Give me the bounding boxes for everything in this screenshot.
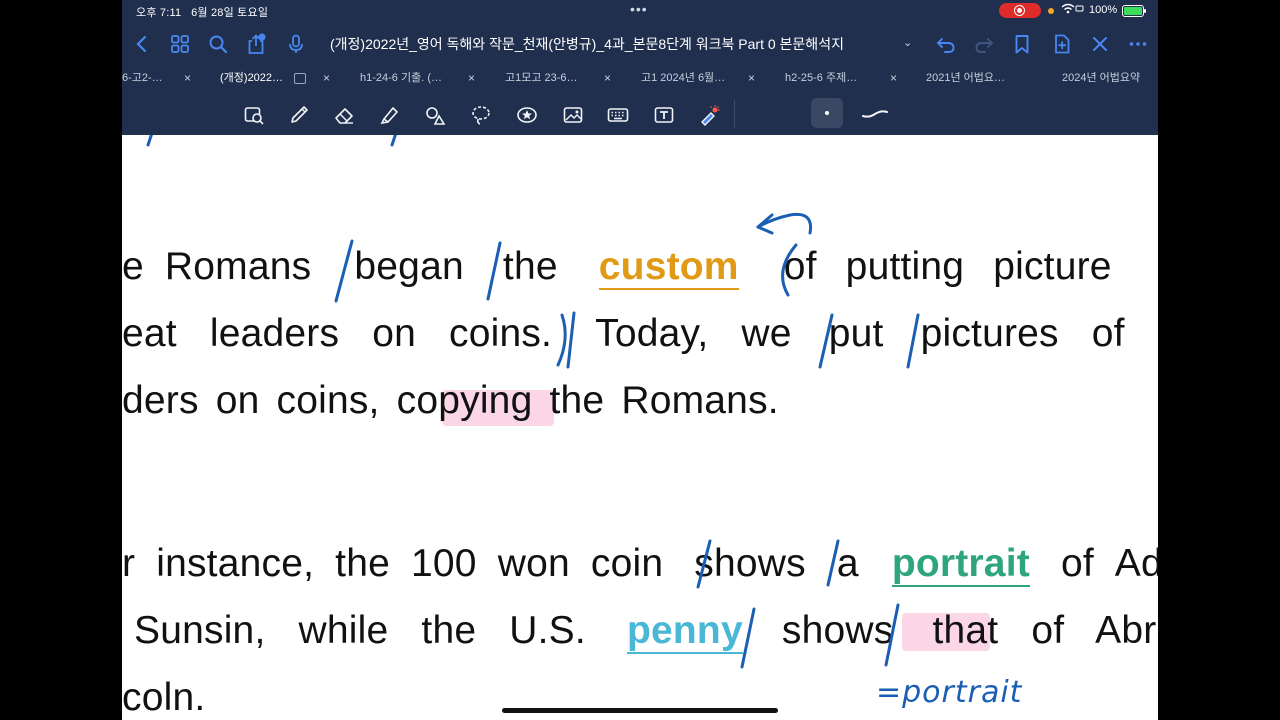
undo-icon[interactable] (932, 30, 960, 58)
tab-close-icon[interactable]: × (323, 66, 330, 92)
text-segment: that of Abra (932, 609, 1158, 652)
shapes-icon[interactable] (422, 102, 448, 128)
text-segment: put (828, 312, 884, 355)
tab-item[interactable]: 고1모고 23-6… (505, 66, 578, 92)
image-icon[interactable] (560, 102, 586, 128)
lasso-icon[interactable] (468, 102, 494, 128)
navigation-bar: (개정)2022년_영어 독해와 작문_천재(안병규)_4과_본문8단계 워크북… (122, 24, 1158, 64)
text-segment: coln. (122, 676, 206, 719)
text-segment: began (354, 245, 464, 288)
text-segment: Today, we (595, 312, 792, 355)
battery-icon (1122, 5, 1146, 17)
highlighted-word-custom: custom (598, 245, 739, 290)
battery-percent: 100% (1089, 4, 1118, 16)
tab-item-active[interactable]: (개정)2022… (220, 66, 283, 92)
tab-item[interactable]: 2021년 어법요… (926, 66, 1005, 92)
text-segment: a (836, 542, 859, 585)
status-date: 6월 28일 토요일 (191, 7, 269, 19)
text-segment: e Romans (122, 245, 312, 288)
tab-item[interactable]: 2024년 어법요약 (1062, 66, 1140, 92)
paragraph2-line1: r instance, the 100 won coin shows a por… (122, 542, 1158, 587)
ink-arrow (756, 212, 813, 235)
document-tabs: 6-고2-… × (개정)2022… × h1-24-6 기출. (… × 고1… (122, 66, 1158, 92)
ink-stroke (146, 135, 153, 147)
status-bar: 오후 7:11 6월 28일 토요일 ••• 100% (122, 0, 1158, 22)
sticker-icon[interactable] (514, 102, 540, 128)
pen-icon[interactable] (286, 102, 312, 128)
paragraph1-line1: e Romans began the custom of putting pic… (122, 245, 1112, 290)
drawing-toolbar (122, 94, 1158, 134)
tab-close-icon[interactable]: × (184, 66, 191, 92)
stroke-style-icon[interactable] (859, 104, 895, 124)
text-segment: the (502, 245, 558, 288)
text-segment: ders on coins, copying the Romans. (122, 379, 779, 422)
mic-in-use-indicator-icon (1048, 8, 1054, 14)
zoom-lasso-icon[interactable] (241, 102, 267, 128)
paragraph1-line2: eat leaders on coins. Today, we put pict… (122, 312, 1125, 356)
grid-view-icon[interactable] (166, 30, 194, 58)
tab-close-icon[interactable]: × (748, 66, 755, 92)
tab-close-icon[interactable]: × (890, 66, 897, 92)
share-icon[interactable] (242, 30, 270, 58)
highlighted-word-penny: penny (626, 609, 743, 654)
highlighter-icon[interactable] (377, 102, 403, 128)
screen-recording-icon[interactable] (999, 3, 1041, 18)
pen-thickness-button[interactable] (811, 98, 843, 128)
app-toolbar: 오후 7:11 6월 28일 토요일 ••• 100% (개정)2022년_영어… (122, 0, 1158, 135)
text-segment: Sunsin, while the U.S. (134, 609, 586, 652)
eraser-icon[interactable] (331, 102, 357, 128)
text-segment: shows (694, 542, 806, 585)
text-segment: of putting picture (783, 245, 1112, 288)
microphone-icon[interactable] (282, 30, 310, 58)
tab-split-view-icon[interactable] (294, 73, 306, 84)
text-segment: pictures of (920, 312, 1125, 355)
chevron-down-icon[interactable]: ⌄ (903, 36, 912, 49)
bookmark-icon[interactable] (1008, 30, 1036, 58)
laser-pointer-icon[interactable] (696, 102, 722, 128)
text-segment: shows (781, 609, 894, 652)
more-options-icon[interactable] (1124, 30, 1152, 58)
text-segment: r instance, the 100 won coin (122, 542, 664, 585)
status-time: 오후 7:11 6월 28일 토요일 (136, 4, 268, 20)
highlighted-word-portrait: portrait (891, 542, 1030, 587)
ink-stroke (390, 135, 397, 147)
tab-item[interactable]: h2-25-6 주제… (785, 66, 857, 92)
search-icon[interactable] (204, 30, 232, 58)
text-segment: eat leaders on coins. (122, 312, 553, 355)
add-page-icon[interactable] (1048, 30, 1076, 58)
text-segment: of Ad (1060, 542, 1158, 585)
note-page[interactable]: e Romans began the custom of putting pic… (122, 135, 1158, 720)
ipad-screen: 오후 7:11 6월 28일 토요일 ••• 100% (개정)2022년_영어… (122, 0, 1158, 720)
back-icon[interactable] (128, 30, 156, 58)
paragraph2-line3: coln. (122, 676, 205, 720)
tab-close-icon[interactable]: × (468, 66, 475, 92)
tab-close-icon[interactable]: × (604, 66, 611, 92)
home-indicator[interactable] (502, 708, 778, 713)
document-title[interactable]: (개정)2022년_영어 독해와 작문_천재(안병규)_4과_본문8단계 워크북… (330, 34, 844, 54)
status-clock: 오후 7:11 (136, 7, 182, 19)
paragraph1-line3: ders on coins, copying the Romans. (122, 379, 779, 423)
handwritten-annotation: =portrait (876, 675, 1023, 710)
wifi-icon (1060, 3, 1084, 18)
toolbar-divider (734, 100, 735, 128)
redo-icon[interactable] (970, 30, 998, 58)
tab-item[interactable]: 6-고2-… (122, 66, 163, 92)
close-icon[interactable] (1086, 30, 1114, 58)
text-box-icon[interactable] (651, 102, 677, 128)
paragraph2-line2: Sunsin, while the U.S. penny shows that … (134, 609, 1158, 654)
tab-item[interactable]: h1-24-6 기출. (… (360, 66, 442, 92)
tab-item[interactable]: 고1 2024년 6월… (641, 66, 725, 92)
ink-arrowhead (756, 213, 774, 235)
keyboard-icon[interactable] (605, 102, 631, 128)
multitasking-dots-icon[interactable]: ••• (630, 1, 648, 17)
